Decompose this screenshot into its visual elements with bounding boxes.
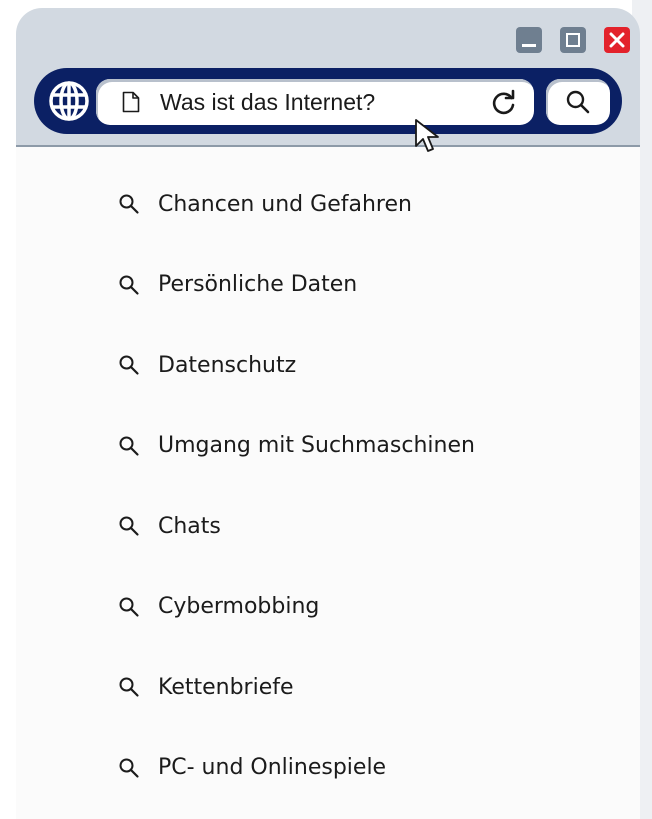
- search-icon: [566, 90, 590, 114]
- mouse-pointer-icon: [415, 119, 439, 152]
- suggestion-item[interactable]: Persönliche Daten: [118, 265, 357, 305]
- suggestion-label: Cybermobbing: [158, 594, 320, 619]
- suggestion-item[interactable]: Chats: [118, 506, 221, 546]
- search-icon: [119, 516, 139, 536]
- suggestion-label: PC- und Onlinespiele: [158, 755, 387, 780]
- browser-window: Was ist das Internet? Chancen und Gefahr…: [16, 8, 640, 819]
- suggestion-item[interactable]: Umgang mit Suchmaschinen: [118, 426, 475, 466]
- title-bar: Was ist das Internet?: [16, 8, 640, 147]
- suggestion-item[interactable]: Cybermobbing: [118, 587, 319, 627]
- minimize-button[interactable]: [516, 27, 542, 53]
- search-icon: [119, 355, 139, 375]
- maximize-button[interactable]: [560, 27, 586, 53]
- page: Was ist das Internet? Chancen und Gefahr…: [0, 0, 652, 819]
- globe-icon[interactable]: [48, 80, 90, 122]
- suggestion-label: Persönliche Daten: [158, 272, 358, 297]
- suggestion-label: Chancen und Gefahren: [158, 191, 412, 217]
- search-button[interactable]: [546, 79, 610, 125]
- suggestion-item[interactable]: Datenschutz: [118, 345, 296, 385]
- suggestion-label: Datenschutz: [158, 352, 297, 378]
- search-icon: [119, 194, 139, 214]
- suggestion-item[interactable]: Chancen und Gefahren: [118, 184, 412, 224]
- search-icon: [119, 677, 139, 697]
- navigation-bar: Was ist das Internet?: [34, 68, 622, 134]
- close-button[interactable]: [604, 27, 630, 53]
- search-icon: [119, 436, 139, 456]
- reload-icon[interactable]: [490, 89, 518, 117]
- suggestion-item[interactable]: PC- und Onlinespiele: [118, 748, 386, 788]
- suggestion-item[interactable]: Kettenbriefe: [118, 667, 294, 707]
- suggestion-label: Umgang mit Suchmaschinen: [158, 433, 475, 458]
- close-icon: [609, 32, 625, 48]
- suggestion-label: Chats: [158, 513, 221, 539]
- search-icon: [119, 758, 139, 778]
- suggestion-label: Kettenbriefe: [158, 674, 294, 700]
- search-icon: [119, 275, 139, 295]
- address-bar[interactable]: Was ist das Internet?: [96, 79, 534, 125]
- address-input[interactable]: Was ist das Internet?: [160, 89, 375, 116]
- document-icon: [122, 91, 140, 113]
- search-icon: [119, 597, 139, 617]
